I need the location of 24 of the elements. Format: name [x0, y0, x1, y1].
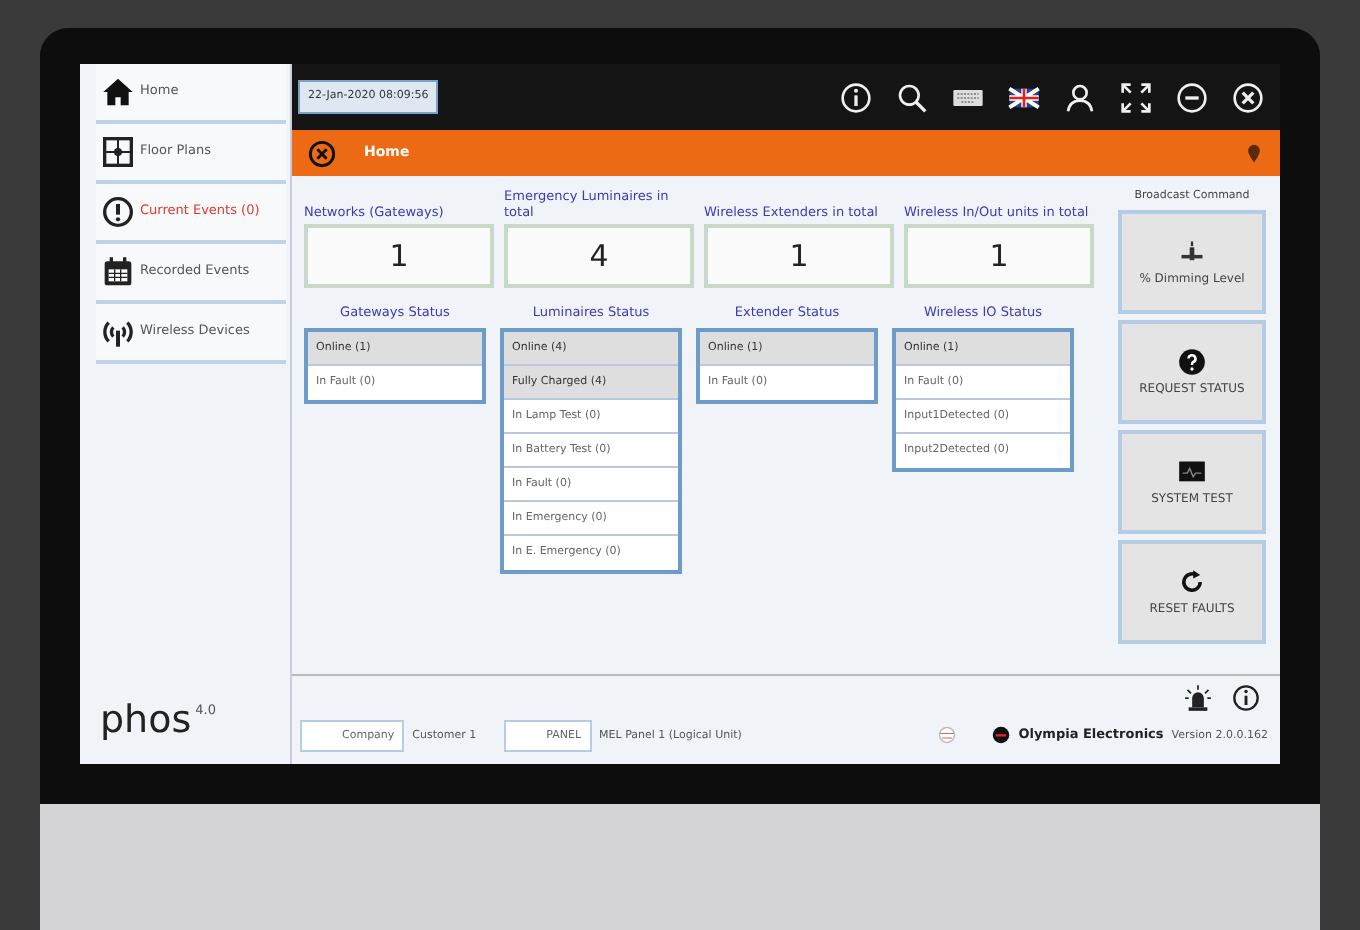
summary-value: 1 [904, 224, 1094, 289]
refresh-icon [1178, 568, 1206, 597]
flag-icon[interactable] [1008, 81, 1040, 113]
search-icon[interactable] [896, 81, 928, 113]
close-icon[interactable] [308, 139, 336, 167]
info-icon[interactable] [1232, 683, 1260, 712]
alert-icon [102, 196, 134, 228]
fullscreen-icon[interactable] [1120, 81, 1152, 113]
summary-value: 1 [704, 224, 894, 289]
summary-value: 1 [304, 224, 494, 289]
floor-plan-icon [102, 136, 134, 168]
question-icon [1178, 348, 1206, 377]
logo-text: phos [100, 702, 192, 740]
home-icon [102, 76, 134, 108]
pin-icon [1244, 143, 1264, 163]
wireless-icon [102, 316, 134, 348]
brand-logo-icon [992, 726, 1011, 745]
siren-icon[interactable] [1184, 683, 1212, 712]
minimize-icon[interactable] [1176, 81, 1208, 113]
monitor-icon [1178, 458, 1206, 487]
summary-value: 4 [504, 224, 694, 289]
calendar-icon [102, 256, 134, 288]
ball-icon [938, 726, 957, 745]
user-icon[interactable] [1064, 81, 1096, 113]
